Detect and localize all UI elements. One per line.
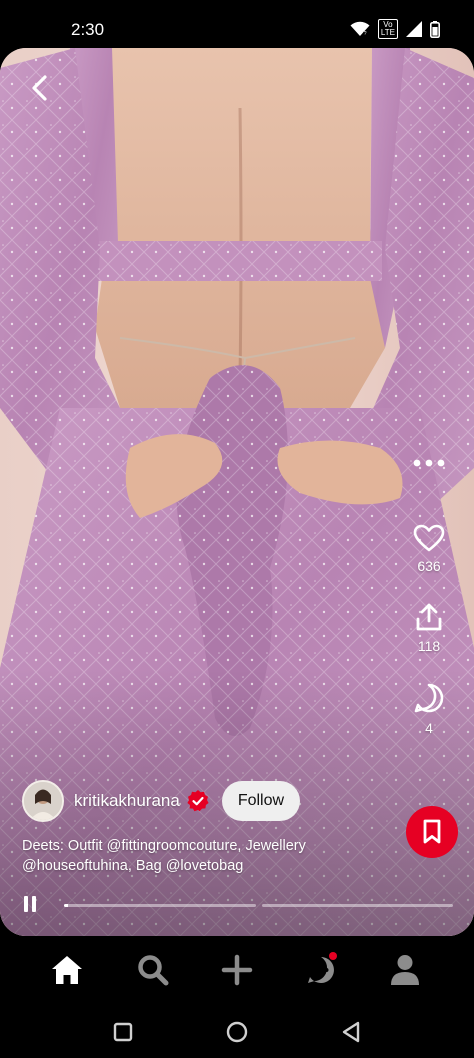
like-count: 636 [417, 558, 441, 574]
back-button[interactable] [22, 70, 58, 106]
heart-icon [413, 524, 445, 552]
share-button[interactable]: 118 [396, 602, 462, 654]
author-name[interactable]: kritikakhurana [74, 791, 180, 811]
video-progress-bar[interactable] [64, 904, 453, 907]
status-bar: 2:30 ? Vo LTE [0, 0, 474, 48]
home-system-button[interactable] [224, 1019, 250, 1045]
nav-profile[interactable] [385, 950, 425, 990]
plus-icon [221, 954, 253, 986]
bottom-nav [0, 936, 474, 1006]
follow-button[interactable]: Follow [221, 781, 301, 821]
network-badge-bottom: LTE [380, 28, 395, 37]
status-time: 2:30 [71, 20, 105, 39]
share-count: 118 [417, 638, 441, 654]
nav-home[interactable] [47, 950, 87, 990]
notification-dot [329, 952, 337, 960]
comment-icon [414, 683, 444, 713]
avatar-image [24, 782, 62, 820]
pin-video-card[interactable]: 636 118 4 kritikakhurana Follow Deets: O… [0, 48, 474, 936]
verified-badge-icon [187, 790, 209, 812]
profile-icon [391, 955, 419, 985]
bookmark-icon [423, 819, 441, 844]
wifi-icon: ? [350, 21, 370, 37]
pause-button[interactable] [24, 896, 40, 916]
comment-count: 4 [425, 720, 433, 736]
home-icon [52, 956, 82, 984]
pin-caption: Deets: Outfit @fittingroomcouture, Jewel… [22, 836, 382, 876]
circle-icon [226, 1021, 248, 1043]
nav-messages[interactable] [301, 950, 341, 990]
share-icon [416, 603, 442, 631]
like-button[interactable]: 636 [396, 524, 462, 574]
signal-icon [406, 21, 422, 37]
comment-button[interactable]: 4 [396, 682, 462, 736]
avatar[interactable] [22, 780, 64, 822]
caption-line-2: @houseoftuhina, Bag @lovetobag [22, 858, 244, 874]
square-icon [113, 1022, 133, 1042]
caption-line-1: Deets: Outfit @fittingroomcouture, Jewel… [22, 838, 306, 854]
side-actions: 636 118 4 [396, 448, 462, 736]
more-dots-icon [413, 459, 445, 467]
pause-icon [24, 896, 28, 912]
back-system-button[interactable] [338, 1019, 364, 1045]
nav-create[interactable] [217, 950, 257, 990]
save-button[interactable] [406, 806, 458, 858]
author-row: kritikakhurana Follow [22, 780, 301, 822]
video-progress-fill [64, 904, 68, 907]
nav-search[interactable] [133, 950, 173, 990]
lte-badge: Vo LTE [377, 19, 398, 39]
triangle-back-icon [342, 1021, 360, 1043]
chevron-left-icon [32, 75, 47, 101]
svg-text:?: ? [364, 31, 367, 37]
more-button[interactable] [396, 448, 462, 478]
system-nav-bar [0, 1006, 474, 1058]
status-icons: ? Vo LTE [350, 19, 440, 39]
battery-icon [430, 20, 440, 38]
recents-button[interactable] [110, 1019, 136, 1045]
search-icon [138, 955, 169, 986]
